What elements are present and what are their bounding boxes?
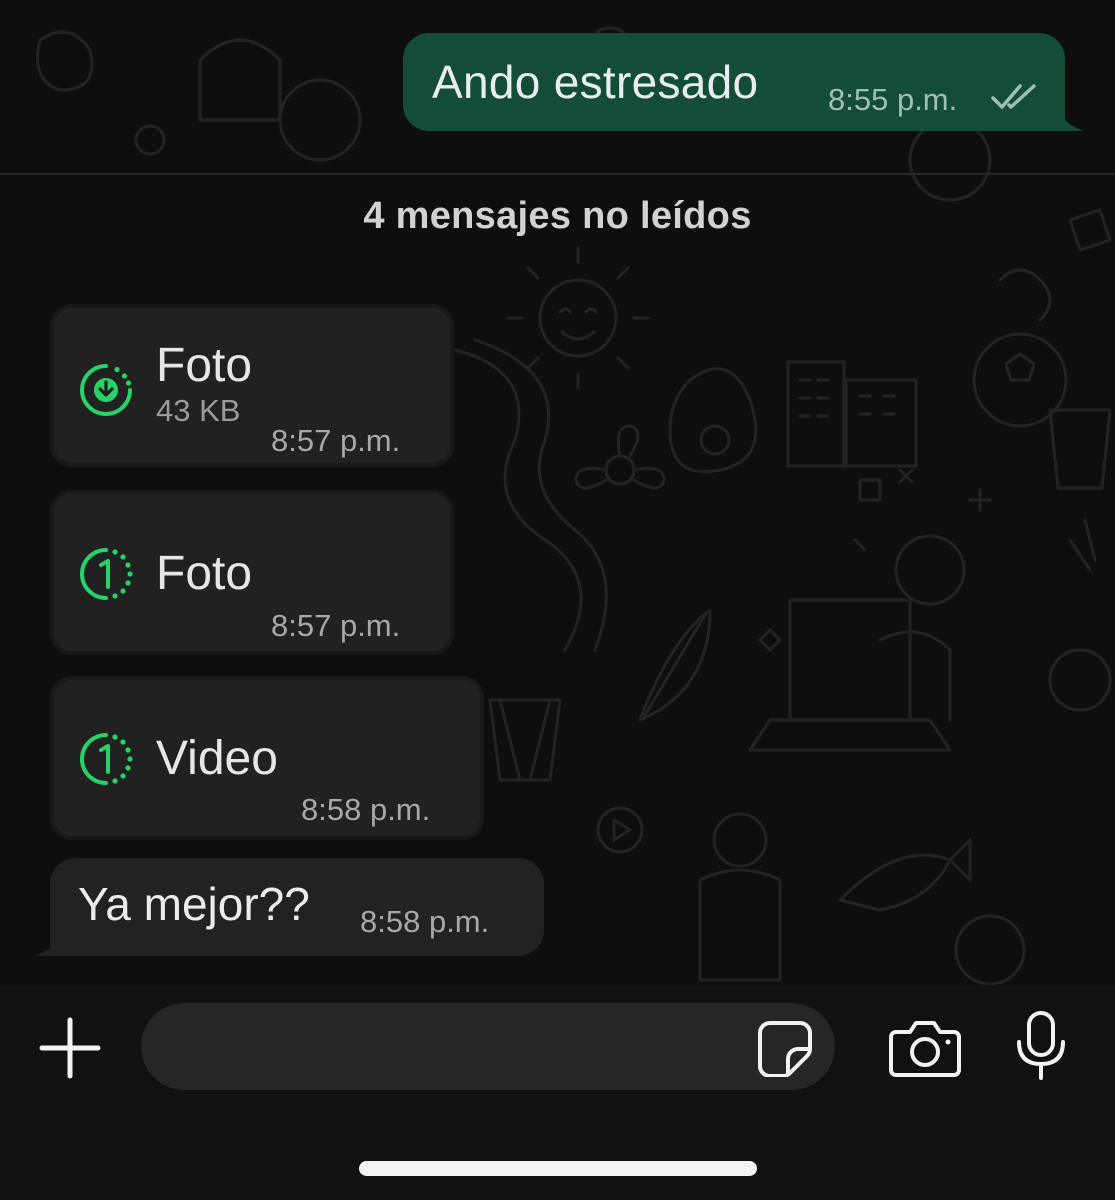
microphone-icon[interactable] <box>1012 1010 1070 1082</box>
message-input[interactable] <box>141 1003 835 1090</box>
unread-messages-label: 4 mensajes no leídos <box>363 195 752 237</box>
view-once-icon[interactable] <box>77 730 135 788</box>
media-label: Video <box>156 732 278 785</box>
camera-icon[interactable] <box>888 1018 962 1078</box>
home-indicator[interactable] <box>359 1161 757 1176</box>
chat-screen: Ando estresado 8:55 p.m. 4 mensajes no l… <box>0 0 1115 1200</box>
incoming-message-time: 8:58 p.m. <box>360 904 490 939</box>
media-label: Foto <box>156 547 253 600</box>
media-file-size: 43 KB <box>156 393 241 428</box>
download-progress-icon[interactable] <box>77 361 135 419</box>
media-time: 8:57 p.m. <box>271 423 401 458</box>
double-check-icon <box>991 84 1036 109</box>
media-time: 8:57 p.m. <box>271 608 401 643</box>
media-label: Foto <box>156 339 253 392</box>
media-time: 8:58 p.m. <box>301 792 431 827</box>
view-once-icon[interactable] <box>77 545 135 603</box>
outgoing-message-text: Ando estresado <box>432 56 759 108</box>
sticker-icon[interactable] <box>756 1019 814 1077</box>
plus-icon[interactable] <box>38 1016 102 1080</box>
incoming-message-text: Ya mejor?? <box>78 878 310 930</box>
unread-divider-line <box>0 173 1115 175</box>
outgoing-message-time: 8:55 p.m. <box>828 82 958 117</box>
